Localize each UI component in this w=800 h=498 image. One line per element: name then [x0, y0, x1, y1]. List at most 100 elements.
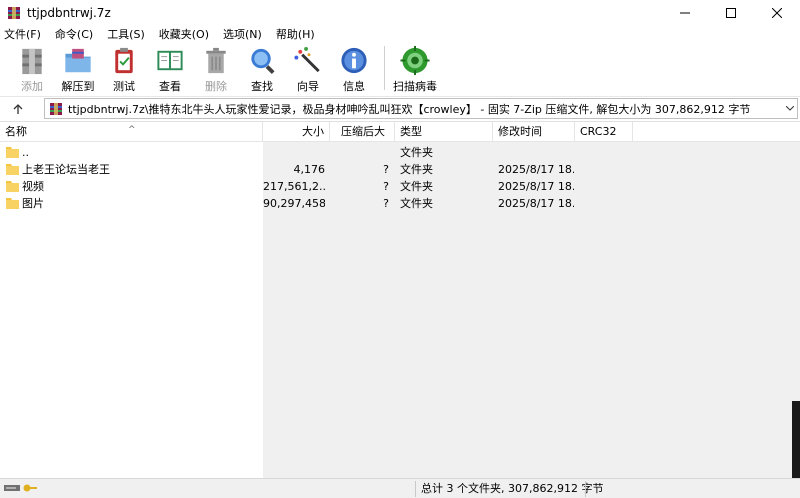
- col-type[interactable]: 类型: [395, 122, 493, 142]
- address-row: ttjpdbntrwj.7z\推特东北牛头人玩家性爱记录，极品身材呻吟乱叫狂欢【…: [0, 96, 800, 120]
- status-summary: 总计 3 个文件夹, 307,862,912 字节: [421, 482, 604, 495]
- file-size: 4,176: [293, 163, 326, 176]
- chevron-down-icon: [786, 106, 794, 111]
- file-size: 217,561,2...: [263, 180, 325, 193]
- winrar-app-icon: [7, 6, 21, 20]
- address-path: ttjpdbntrwj.7z\推特东北牛头人玩家性爱记录，极品身材呻吟乱叫狂欢【…: [68, 102, 751, 116]
- menu-options[interactable]: 选项(N): [223, 26, 262, 42]
- info-button[interactable]: 信息: [332, 42, 376, 94]
- file-size: [263, 144, 325, 161]
- wizard-button[interactable]: 向导: [286, 42, 330, 94]
- column-header: 名称 ^ 大小 压缩后大小 类型 修改时间 CRC32: [0, 122, 800, 158]
- minimize-button[interactable]: [662, 0, 708, 26]
- test-label: 测试: [113, 80, 135, 93]
- close-button[interactable]: [754, 0, 800, 26]
- col-name[interactable]: 名称 ^: [0, 122, 263, 142]
- file-name: ..: [22, 146, 29, 159]
- file-type: 文件夹: [400, 146, 433, 159]
- toolbar-separator: [384, 46, 385, 90]
- folder-icon: [6, 147, 19, 158]
- table-row[interactable]: 视频 217,561,2... ? 文件夹 2025/8/17 18...: [0, 178, 800, 195]
- col-modified[interactable]: 修改时间: [493, 122, 575, 142]
- scrollbar-edge: [792, 401, 800, 478]
- table-row[interactable]: 图片 90,297,458 ? 文件夹 2025/8/17 18...: [0, 195, 800, 212]
- menu-favorites[interactable]: 收藏夹(O): [159, 26, 209, 42]
- menu-file[interactable]: 文件(F): [4, 26, 41, 42]
- col-crc[interactable]: CRC32: [575, 122, 633, 142]
- file-type: 文件夹: [400, 163, 433, 176]
- find-label: 查找: [251, 80, 273, 93]
- extract-label: 解压到: [61, 80, 95, 93]
- col-size[interactable]: 大小: [263, 122, 330, 142]
- scan-button[interactable]: 扫描病毒: [391, 42, 439, 94]
- close-icon: [772, 8, 782, 18]
- status-separator: [585, 481, 586, 497]
- find-button[interactable]: 查找: [240, 42, 284, 94]
- file-size: 90,297,458: [263, 197, 325, 210]
- file-name: 图片: [22, 197, 44, 210]
- status-separator: [415, 481, 416, 497]
- col-type-label: 类型: [400, 125, 422, 138]
- maximize-icon: [726, 8, 736, 18]
- file-modified: 2025/8/17 18...: [498, 197, 574, 210]
- test-clipboard-icon: [115, 47, 133, 74]
- minimize-icon: [680, 12, 690, 14]
- address-field[interactable]: ttjpdbntrwj.7z\推特东北牛头人玩家性爱记录，极品身材呻吟乱叫狂欢【…: [44, 98, 798, 119]
- file-type: 文件夹: [400, 197, 433, 210]
- file-modified: 2025/8/17 18...: [498, 180, 574, 193]
- table-row[interactable]: .. 文件夹: [0, 144, 800, 161]
- add-button[interactable]: 添加: [10, 42, 54, 94]
- status-icons: [4, 483, 37, 493]
- title-bar: ttjpdbntrwj.7z: [0, 0, 800, 26]
- table-row[interactable]: 上老王论坛当老王 4,176 ? 文件夹 2025/8/17 18...: [0, 161, 800, 178]
- add-label: 添加: [21, 80, 43, 93]
- window-title: ttjpdbntrwj.7z: [27, 6, 111, 20]
- file-rows: .. 文件夹 上老王论坛当老王 4,176 ? 文件夹 2025/8/17 18…: [0, 144, 800, 212]
- col-modified-label: 修改时间: [498, 125, 542, 138]
- key-icon: [23, 484, 37, 492]
- arrow-up-icon: [13, 103, 23, 114]
- menu-help[interactable]: 帮助(H): [276, 26, 315, 42]
- trash-icon: [206, 47, 226, 74]
- file-packed: ?: [383, 163, 389, 176]
- address-dropdown[interactable]: [783, 99, 797, 118]
- wizard-label: 向导: [297, 80, 319, 93]
- folder-icon: [6, 164, 19, 175]
- file-list: 名称 ^ 大小 压缩后大小 类型 修改时间 CRC32 .. 文件夹: [0, 121, 800, 478]
- info-icon: [341, 47, 367, 74]
- info-label: 信息: [343, 80, 365, 93]
- drive-icon: [4, 485, 20, 491]
- menu-tools[interactable]: 工具(S): [107, 26, 145, 42]
- file-packed: ?: [383, 180, 389, 193]
- file-packed: [330, 144, 389, 161]
- col-name-label: 名称: [5, 125, 27, 138]
- extract-folder-icon: [65, 48, 91, 73]
- file-modified: 2025/8/17 18...: [498, 163, 574, 176]
- file-name: 上老王论坛当老王: [22, 163, 110, 176]
- virus-scan-icon: [400, 45, 430, 76]
- view-book-icon: [157, 50, 183, 71]
- add-archive-icon: [22, 48, 42, 75]
- col-crc-label: CRC32: [580, 125, 617, 138]
- file-packed: ?: [383, 197, 389, 210]
- extract-button[interactable]: 解压到: [56, 42, 100, 94]
- test-button[interactable]: 测试: [102, 42, 146, 94]
- col-size-label: 大小: [302, 125, 324, 138]
- magic-wand-icon: [294, 46, 320, 73]
- scan-label: 扫描病毒: [393, 80, 437, 93]
- col-packed[interactable]: 压缩后大小: [335, 122, 395, 158]
- file-modified: [498, 144, 574, 161]
- archive-icon: [50, 102, 62, 115]
- view-button[interactable]: 查看: [148, 42, 192, 94]
- maximize-button[interactable]: [708, 0, 754, 26]
- search-icon: [251, 48, 275, 75]
- status-bar: 总计 3 个文件夹, 307,862,912 字节: [0, 478, 800, 498]
- sort-ascending-icon: ^: [128, 125, 136, 135]
- delete-button[interactable]: 删除: [194, 42, 238, 94]
- file-name: 视频: [22, 180, 44, 193]
- menu-bar: 文件(F) 命令(C) 工具(S) 收藏夹(O) 选项(N) 帮助(H): [0, 26, 800, 42]
- view-label: 查看: [159, 80, 181, 93]
- delete-label: 删除: [205, 80, 227, 93]
- menu-command[interactable]: 命令(C): [55, 26, 93, 42]
- up-folder-button[interactable]: [0, 97, 36, 121]
